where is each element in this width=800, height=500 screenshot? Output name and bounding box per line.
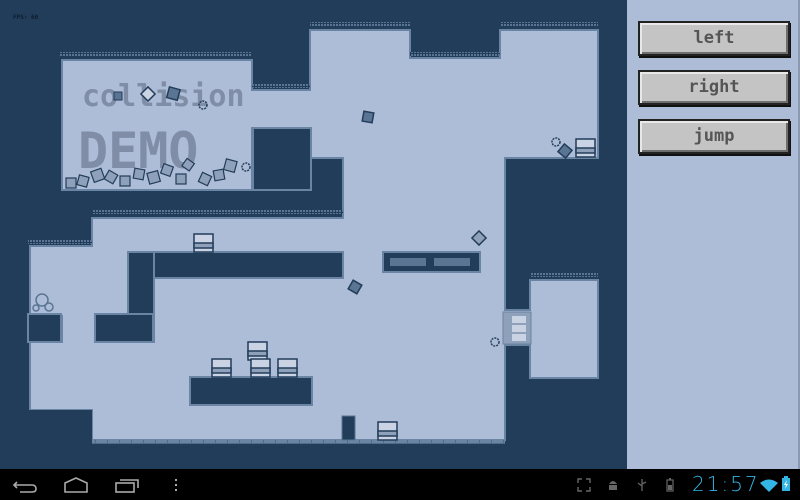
wifi-icon	[760, 478, 778, 497]
fps-counter: FPS: 60	[13, 14, 39, 21]
level-map: collision DEMO	[27, 22, 599, 469]
ledge-left	[27, 313, 62, 343]
exit-pillar	[341, 415, 356, 441]
moving-platform-light	[390, 258, 426, 266]
control-panel: left right jump	[627, 0, 800, 469]
crate	[247, 341, 268, 361]
recent-apps-icon[interactable]	[113, 475, 141, 495]
usb-icon	[636, 477, 648, 496]
overflow-menu-icon[interactable]	[162, 475, 190, 495]
crate	[575, 138, 596, 158]
battery-icon	[781, 476, 791, 496]
moving-platform-light	[434, 258, 470, 266]
home-icon[interactable]	[62, 475, 90, 495]
back-icon[interactable]	[12, 475, 40, 495]
system-navigation-bar: 21:57	[0, 469, 800, 500]
status-clock: 21:57	[692, 472, 760, 496]
robot-enemy	[113, 91, 123, 101]
title-collision: collision	[82, 79, 245, 114]
crate	[377, 421, 398, 441]
platform-lower	[189, 376, 313, 406]
crate	[277, 358, 298, 378]
battery-small-icon	[666, 477, 674, 496]
fullscreen-icon[interactable]	[577, 477, 591, 496]
right-button[interactable]: right	[638, 70, 790, 105]
crate	[250, 358, 271, 378]
game-viewport[interactable]: collision DEMO FPS: 60	[0, 0, 627, 469]
android-debug-icon	[606, 477, 620, 496]
jump-button[interactable]: jump	[638, 119, 790, 154]
platform-upper	[127, 251, 344, 279]
platform-step	[94, 313, 154, 343]
crate	[193, 233, 214, 253]
block-upper	[252, 127, 312, 191]
crate	[211, 358, 232, 378]
left-button[interactable]: left	[638, 21, 790, 56]
door	[502, 311, 532, 345]
